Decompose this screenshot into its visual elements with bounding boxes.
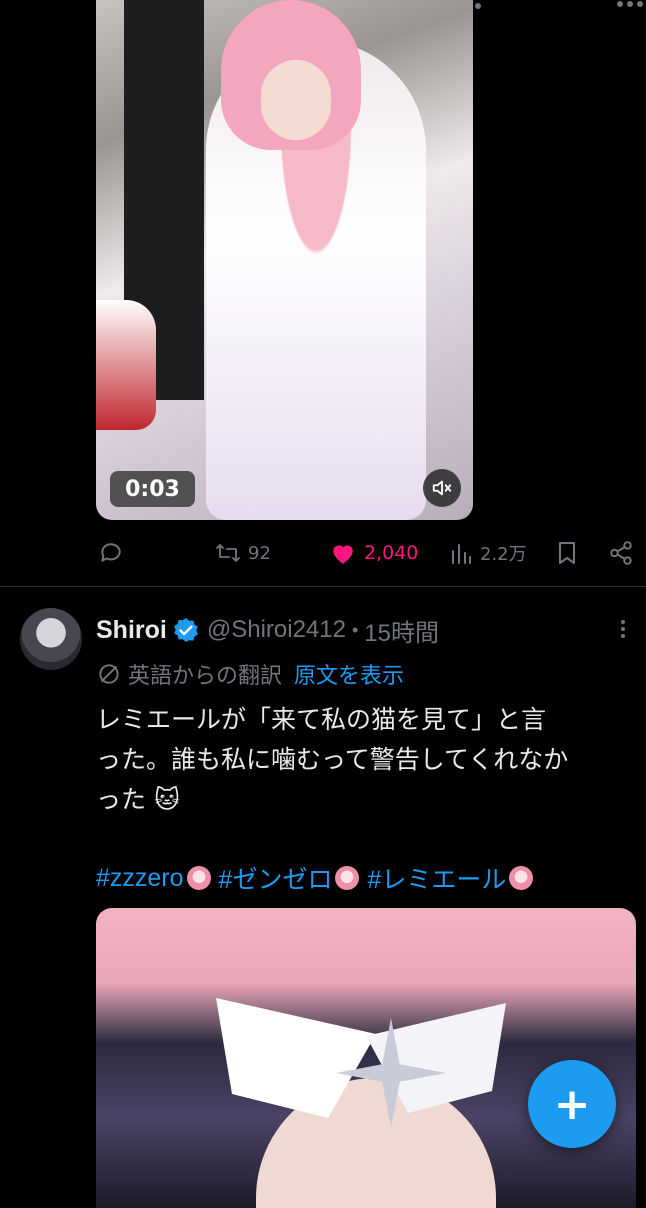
mute-button[interactable]	[423, 469, 461, 507]
view-count: 2.2万	[480, 544, 527, 565]
character-emoji-icon	[186, 866, 211, 890]
repost-count: 92	[248, 542, 271, 564]
speaker-muted-icon	[432, 480, 452, 496]
views-button[interactable]: 2.2万	[450, 538, 527, 568]
translate-icon	[99, 664, 119, 684]
tweet-image[interactable]	[96, 908, 636, 1208]
bookmark-icon	[559, 542, 575, 564]
character-emoji-icon	[509, 866, 534, 890]
post-menu-icon[interactable]	[470, 0, 646, 14]
tweet-video[interactable]	[96, 0, 473, 520]
hashtag-link[interactable]: #レミエール	[367, 860, 506, 896]
tweet-text-line: レミエールが「来て私の猫を見て」と言	[96, 705, 547, 734]
tweet-text: レミエールが「来て私の猫を見て」と言 った。誰も私に噛むって警告してくれなか っ…	[96, 700, 616, 820]
translation-label: 英語からの翻訳	[128, 664, 283, 689]
views-chart-icon	[452, 544, 471, 564]
reply-button[interactable]	[98, 538, 124, 568]
share-icon	[610, 541, 632, 565]
video-subject-face	[261, 60, 331, 140]
like-count: 2,040	[364, 542, 419, 564]
translation-row: 英語からの翻訳 原文を表示	[96, 656, 404, 692]
character-emoji-icon	[335, 866, 360, 890]
tweet-divider	[0, 586, 646, 587]
tweet-header: Shiroi @Shiroi2412 • 15時間	[96, 612, 439, 648]
background-motorcycle	[96, 300, 156, 430]
repost-icon	[216, 544, 240, 562]
video-duration-badge: 0:03	[110, 471, 195, 507]
tweet-text-line: った 🐱	[96, 785, 181, 814]
bookmark-button[interactable]	[556, 538, 578, 568]
more-options-icon[interactable]	[612, 618, 634, 640]
avatar[interactable]	[20, 608, 82, 670]
hashtag-link[interactable]: #zzzero	[96, 864, 184, 893]
display-name[interactable]: Shiroi	[96, 616, 167, 645]
header-separator: •	[351, 619, 359, 640]
repost-button[interactable]: 92	[214, 538, 271, 568]
share-button[interactable]	[608, 538, 634, 568]
hashtag-link[interactable]: #ゼンゼロ	[219, 860, 333, 896]
tweet-text-line: った。誰も私に噛むって警告してくれなか	[96, 745, 569, 774]
compose-post-button[interactable]: +	[528, 1060, 616, 1148]
like-button[interactable]: 2,040	[330, 538, 418, 568]
heart-filled-icon	[333, 545, 353, 564]
post-time[interactable]: 15時間	[364, 613, 439, 648]
reply-icon	[101, 543, 121, 562]
show-original-link[interactable]: 原文を表示	[294, 658, 404, 690]
hashtag-row: #zzzero #ゼンゼロ #レミエール	[96, 858, 541, 898]
verified-badge-icon	[173, 618, 198, 642]
user-handle[interactable]: @Shiroi2412	[207, 616, 346, 644]
